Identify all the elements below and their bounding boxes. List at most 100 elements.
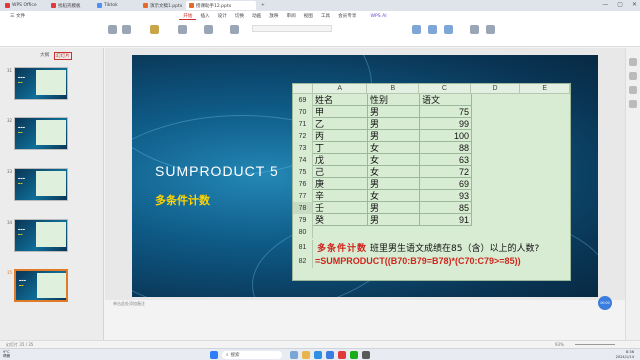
app-icon[interactable] (362, 351, 370, 359)
object-property-icon[interactable] (629, 58, 637, 66)
thumb-table (36, 222, 66, 247)
notes-placeholder[interactable]: 单击此处添加备注 (113, 301, 145, 307)
spreadsheet-image[interactable]: A B C D E 69 姓名 性别 语文 70 甲男 75 71 乙男 99 72 丙男 100… (292, 83, 571, 281)
clock[interactable]: 8:36 2024/1/14 (616, 350, 634, 359)
slide-thumbnail-35[interactable]: ▬▬▬ ▬▬ (14, 269, 68, 302)
tab-label: 授课助手12.pptx (196, 3, 232, 9)
design-icon[interactable] (629, 72, 637, 80)
tab-label: 找稻壳模板 (58, 3, 81, 9)
slide-thumbnail-34[interactable]: ▬▬▬ ▬▬ (14, 219, 68, 252)
column-header: D (470, 84, 521, 94)
menu-design[interactable]: 设计 (214, 13, 231, 19)
menu-home[interactable]: 开始 (179, 13, 197, 20)
question-row: 81 多条件计数 班里男生语文成绩在85（含）以上的人数? (293, 240, 570, 254)
zoom-slider[interactable] (575, 344, 615, 345)
pptx-icon (189, 3, 194, 8)
slides-tab[interactable]: 幻灯片 (54, 52, 72, 60)
menu-transitions[interactable]: 切换 (231, 13, 248, 19)
thumb-title-line: ▬▬▬ (18, 126, 26, 129)
animation-pane-icon[interactable] (629, 86, 637, 94)
tab-wps-office[interactable]: WPS Office (2, 1, 46, 10)
outline-tab[interactable]: 大纲 (40, 52, 49, 58)
row-number: 71 (293, 118, 313, 130)
tab-presentation-12[interactable]: 授课助手12.pptx (186, 1, 256, 10)
menu-slideshow[interactable]: 放映 (265, 13, 282, 19)
format-painter-icon[interactable] (108, 25, 117, 34)
find-icon[interactable] (470, 25, 479, 34)
menu-view[interactable]: 视图 (300, 13, 317, 19)
paragraph-buttons[interactable] (340, 25, 400, 32)
font-style-buttons[interactable] (252, 35, 332, 42)
reset-icon[interactable] (204, 25, 213, 34)
slide-title[interactable]: SUMPRODUCT 5 (155, 163, 279, 179)
menu-tools[interactable]: 工具 (317, 13, 334, 19)
weather-widget[interactable]: 9°C 晴朗 (3, 350, 10, 358)
question-cell: 多条件计数 班里男生语文成绩在85（含）以上的人数? (313, 240, 541, 254)
slide-subtitle[interactable]: 多条件计数 (155, 192, 210, 208)
table-row: 73 丁女 88 (293, 142, 570, 154)
slide-number: 34 (7, 220, 13, 225)
row-number: 69 (293, 94, 313, 106)
store-icon[interactable] (326, 351, 334, 359)
select-icon[interactable] (486, 25, 495, 34)
more-icon[interactable] (629, 100, 637, 108)
table-row: 77 辛女 93 (293, 190, 570, 202)
text-box-icon[interactable] (412, 25, 421, 34)
wps-taskbar-icon[interactable] (338, 351, 346, 359)
cell-chinese: 88 (420, 142, 472, 154)
tab-label: WPS Office (12, 3, 37, 8)
thumb-title-line: ▬▬▬ (18, 76, 26, 79)
zoom-level[interactable]: 93% (555, 342, 564, 347)
file-explorer-icon[interactable] (302, 351, 310, 359)
column-header: E (520, 84, 570, 94)
shape-icon[interactable] (428, 25, 437, 34)
paste-icon[interactable] (122, 25, 131, 34)
section-icon[interactable] (230, 25, 239, 34)
thumb-title-line: ▬▬▬ (18, 177, 26, 180)
status-bar: 幻灯片 35 / 35 93% (0, 340, 640, 348)
menu-review[interactable]: 审阅 (282, 13, 299, 19)
row-number: 75 (293, 166, 313, 178)
close-icon[interactable]: ✕ (632, 1, 637, 8)
slide-thumbnail-31[interactable]: ▬▬▬ ▬▬ (14, 67, 68, 100)
table-row: 69 姓名 性别 语文 (293, 94, 570, 106)
tab-template[interactable]: 找稻壳模板 (48, 1, 92, 10)
layout-icon[interactable] (178, 25, 187, 34)
new-tab-button[interactable]: + (258, 1, 268, 10)
menu-insert[interactable]: 插入 (196, 13, 213, 19)
right-side-toolbar (625, 48, 640, 340)
menu-member[interactable]: 会员专享 (334, 13, 360, 19)
table-row: 75 己女 72 (293, 166, 570, 178)
clock-date: 2024/1/14 (615, 354, 634, 359)
minimize-icon[interactable]: — (602, 1, 608, 8)
current-slide[interactable]: SUMPRODUCT 5 多条件计数 A B C D E 69 姓名 性别 语文 70… (132, 55, 598, 297)
table-row: 71 乙男 99 (293, 118, 570, 130)
font-family-select[interactable] (252, 25, 332, 32)
maximize-icon[interactable]: ▢ (617, 1, 623, 8)
wps-ai-button[interactable]: WPS AI (366, 14, 390, 19)
task-view-icon[interactable] (290, 351, 298, 359)
thumb-subtitle-line: ▬▬ (18, 182, 23, 185)
record-button[interactable]: 00:00 (598, 296, 612, 310)
table-row: 74 戊女 63 (293, 154, 570, 166)
browser-icon (97, 3, 102, 8)
tab-presentation-1[interactable]: 演示文稿1.pptx (140, 1, 184, 10)
wechat-icon[interactable] (350, 351, 358, 359)
thumb-table (36, 70, 66, 95)
search-box[interactable]: ⌕ 搜索 (222, 351, 282, 359)
file-menu[interactable]: 三 文件 (6, 13, 29, 19)
edge-icon[interactable] (314, 351, 322, 359)
new-slide-icon[interactable] (150, 25, 159, 34)
tab-label: 演示文稿1.pptx (150, 3, 183, 9)
window-controls: — ▢ ✕ (602, 1, 637, 8)
menu-animation[interactable]: 动画 (248, 13, 265, 19)
arrange-icon[interactable] (444, 25, 453, 34)
slide-thumbnail-33[interactable]: ▬▬▬ ▬▬ (14, 168, 68, 201)
tab-tiktok[interactable]: Tiktok (94, 1, 138, 10)
pptx-icon (143, 3, 148, 8)
cell-chinese: 100 (420, 130, 472, 142)
cell-name: 癸 (313, 214, 368, 226)
start-icon[interactable] (210, 351, 218, 359)
cell-chinese: 85 (420, 202, 472, 214)
slide-thumbnail-32[interactable]: ▬▬▬ ▬▬ (14, 117, 68, 150)
